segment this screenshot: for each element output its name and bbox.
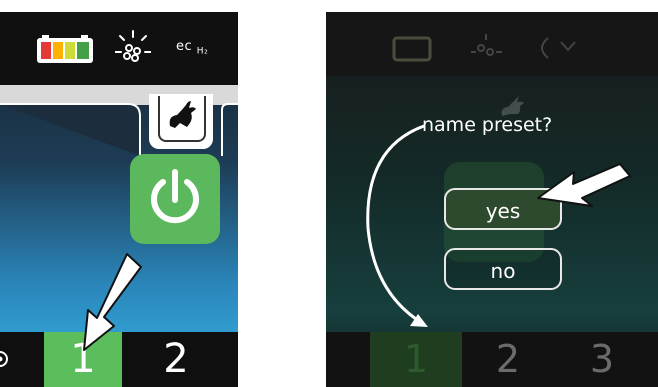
dimmed-status-icons [392, 34, 576, 62]
ech2-text: ec [176, 39, 193, 54]
rabbit-mode-tab[interactable] [149, 94, 213, 149]
preset-1-button[interactable]: 1 [370, 332, 462, 387]
power-button[interactable] [130, 154, 220, 244]
rabbit-tab-frame [158, 96, 206, 142]
settings-icon[interactable] [0, 332, 12, 387]
device-screen-right: name preset? yes no 1 2 3 [326, 12, 658, 387]
device-screen-left: ec H₂ 1 2 [0, 12, 238, 387]
battery-icon [37, 35, 93, 63]
ech2-icon: ec H₂ [176, 39, 208, 57]
callout-arrow-icon [537, 163, 631, 207]
power-icon [151, 169, 199, 224]
curved-arrow-icon [366, 124, 428, 327]
no-button[interactable]: no [444, 248, 562, 290]
sunlight-icon [115, 30, 151, 62]
preset-2-button[interactable]: 2 [478, 332, 538, 387]
name-preset-prompt: name preset? [422, 114, 553, 136]
preset-3-button[interactable]: 3 [572, 332, 632, 387]
ech2-sub: H₂ [196, 46, 209, 57]
callout-arrow-icon [83, 253, 142, 351]
preset-2-button[interactable]: 2 [140, 332, 212, 387]
rabbit-icon [169, 101, 196, 128]
